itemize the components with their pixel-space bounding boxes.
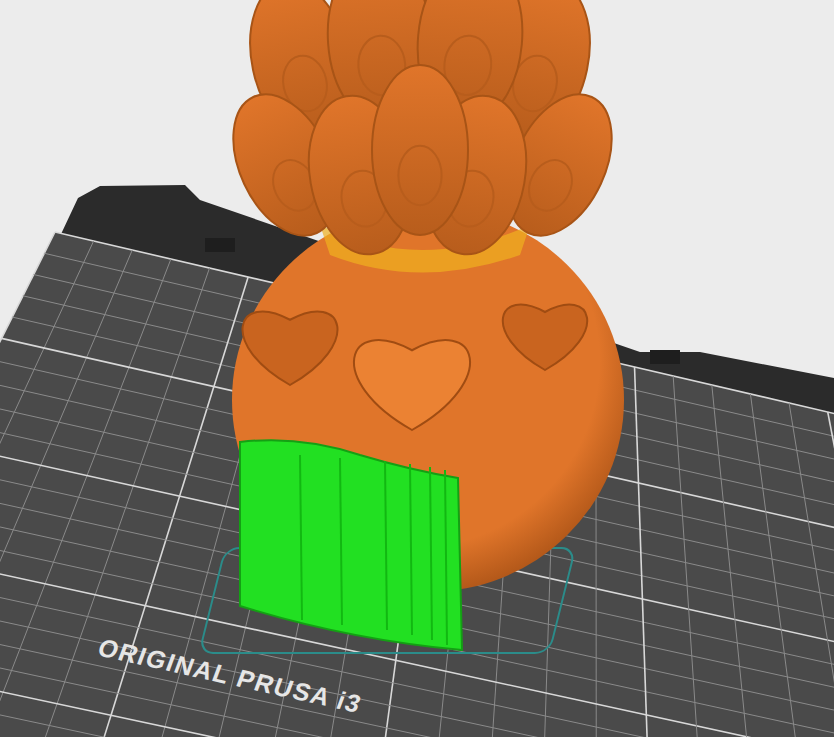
leaf — [372, 65, 468, 235]
support-structure — [240, 440, 462, 650]
heart-decoration — [354, 340, 470, 430]
bed-tab — [205, 238, 235, 252]
heart-decoration — [503, 305, 587, 370]
3d-viewport[interactable]: ORIGINAL PRUSA i3 — [0, 0, 834, 737]
bed-tab — [650, 350, 680, 364]
heart-decoration — [243, 311, 338, 385]
bed-label: ORIGINAL PRUSA i3 — [94, 633, 366, 717]
scene-canvas[interactable]: ORIGINAL PRUSA i3 — [0, 0, 834, 737]
